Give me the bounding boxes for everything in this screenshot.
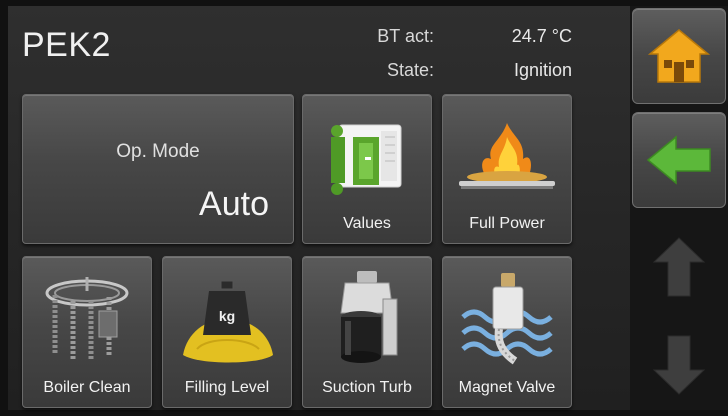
values-label: Values [343,215,391,232]
navigation-sidebar [630,6,728,410]
full-power-label: Full Power [469,215,545,232]
magnet-valve-icon [461,273,553,365]
bt-actual-value: 24.7 °C [511,26,572,46]
suction-turb-button[interactable]: Suction Turb [302,256,432,408]
op-mode-button[interactable]: Op. Mode Auto [22,94,294,244]
magnet-valve-button[interactable]: Magnet Valve [442,256,572,408]
main-screen: PEK2 BT act: 24.7 °C State: Ignition Op.… [8,6,630,410]
page-title: PEK2 [22,26,111,64]
bt-actual-label: BT act: [377,26,434,46]
suction-turbine-icon [340,271,398,363]
state-value: Ignition [513,60,572,80]
boiler-clean-label: Boiler Clean [43,379,131,396]
full-power-button[interactable]: Full Power [442,94,572,244]
down-arrow-icon [652,335,706,395]
scroll-up-button[interactable] [632,224,726,310]
back-button[interactable] [632,112,726,208]
back-arrow-icon [646,135,711,185]
values-button[interactable]: Values [302,94,432,244]
flame-icon [459,123,555,189]
weight-icon: kg [183,280,273,363]
home-button[interactable] [632,8,726,104]
suction-turb-label: Suction Turb [322,379,412,396]
filling-level-label: Filling Level [184,379,270,396]
values-icon [331,124,402,195]
op-mode-value: Auto [199,185,269,223]
boiler-clean-icon [45,277,129,361]
state-label: State: [386,60,434,80]
scroll-down-button[interactable] [632,322,726,408]
svg-text:kg: kg [219,308,235,324]
boiler-clean-button[interactable]: Boiler Clean [22,256,152,408]
up-arrow-icon [652,237,706,297]
magnet-valve-label: Magnet Valve [458,379,556,396]
op-mode-label: Op. Mode [116,141,200,162]
home-icon [648,29,710,83]
filling-level-button[interactable]: kg Filling Level [162,256,292,408]
